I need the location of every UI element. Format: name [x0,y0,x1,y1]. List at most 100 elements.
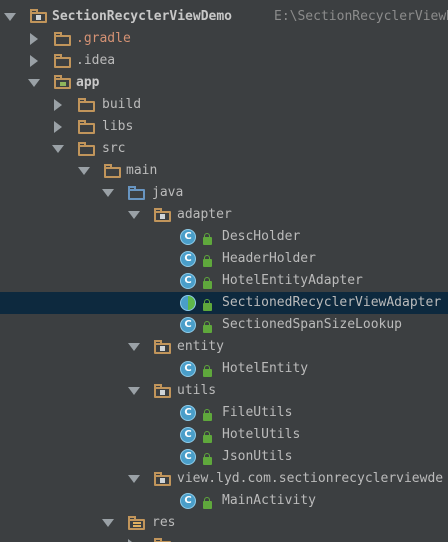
folder-icon [78,142,96,156]
folder-icon [154,538,172,542]
tree-row-res[interactable]: res [0,512,448,534]
collapse-arrow-icon[interactable] [128,475,140,483]
class-icon: C [180,361,196,377]
tree-row-class[interactable]: C JsonUtils [0,446,448,468]
tree-row-gradle[interactable]: .gradle [0,28,448,50]
package-icon [154,340,172,354]
tree-row-partial[interactable] [0,534,448,542]
class-label: DescHolder [222,229,301,244]
package-icon [154,384,172,398]
collapse-arrow-icon[interactable] [102,189,114,197]
collapse-arrow-icon[interactable] [52,145,64,153]
package-label-entity: entity [177,339,224,354]
class-label: HeaderHolder [222,251,316,266]
collapse-arrow-icon[interactable] [102,519,114,527]
lock-icon [203,497,212,509]
collapse-arrow-icon[interactable] [28,79,40,87]
project-name: SectionRecyclerViewDemo [52,9,233,24]
tree-row-class[interactable]: C SectionedSpanSizeLookup [0,314,448,336]
package-label-adapter: adapter [177,207,232,222]
project-folder-icon [30,9,48,23]
folder-label-gradle: .gradle [76,31,131,46]
resource-folder-icon [128,516,146,530]
tree-row-class[interactable]: C DescHolder [0,226,448,248]
folder-icon [54,32,72,46]
class-icon: C [180,229,196,245]
class-label: JsonUtils [222,449,293,464]
class-label: SectionedRecyclerViewAdapter [222,295,442,310]
collapse-arrow-icon[interactable] [4,13,16,21]
project-path: E:\SectionRecyclerViewDemo [274,9,448,24]
tree-row-class[interactable]: C HeaderHolder [0,248,448,270]
module-label-app: app [76,75,100,90]
class-icon: C [180,493,196,509]
collapse-arrow-icon[interactable] [78,167,90,175]
class-label: HotelEntityAdapter [222,273,363,288]
folder-label-libs: libs [102,119,134,134]
class-icon: C [180,251,196,267]
collapse-arrow-icon[interactable] [128,387,140,395]
tree-row-src[interactable]: src [0,138,448,160]
folder-icon [78,120,96,134]
class-icon: C [180,449,196,465]
folder-label-res: res [152,515,176,530]
tree-row-class[interactable]: C MainActivity [0,490,448,512]
abstract-class-icon [180,295,196,311]
expand-arrow-icon[interactable] [54,121,62,133]
tree-row-class[interactable]: C HotelEntityAdapter [0,270,448,292]
class-label: HotelEntity [222,361,309,376]
folder-label-java: java [152,185,184,200]
lock-icon [203,409,212,421]
lock-icon [203,299,212,311]
folder-label-build: build [102,97,142,112]
folder-label-main: main [126,163,158,178]
expand-arrow-icon[interactable] [30,55,38,67]
package-icon [154,208,172,222]
tree-row-class[interactable]: C HotelUtils [0,424,448,446]
tree-row-class[interactable]: C HotelEntity [0,358,448,380]
class-label: MainActivity [222,493,316,508]
folder-label-idea: .idea [76,53,116,68]
tree-row-app[interactable]: app [0,72,448,94]
tree-row-class[interactable]: C FileUtils [0,402,448,424]
lock-icon [203,453,212,465]
lock-icon [203,431,212,443]
module-folder-icon [54,75,72,89]
folder-icon [78,98,96,112]
tree-row-main[interactable]: main [0,160,448,182]
class-icon: C [180,317,196,333]
expand-arrow-icon[interactable] [54,99,62,111]
class-icon: C [180,427,196,443]
class-icon: C [180,405,196,421]
collapse-arrow-icon[interactable] [128,343,140,351]
lock-icon [203,365,212,377]
lock-icon [203,321,212,333]
tree-row-view-package[interactable]: view.lyd.com.sectionrecyclerviewde [0,468,448,490]
package-label-utils: utils [177,383,217,398]
lock-icon [203,277,212,289]
folder-icon [54,54,72,68]
class-icon: C [180,273,196,289]
source-folder-icon [128,186,146,200]
tree-row-adapter[interactable]: adapter [0,204,448,226]
tree-row-build[interactable]: build [0,94,448,116]
expand-arrow-icon[interactable] [30,33,38,45]
tree-row-class-selected[interactable]: SectionedRecyclerViewAdapter [0,292,448,314]
tree-row-entity[interactable]: entity [0,336,448,358]
tree-row-libs[interactable]: libs [0,116,448,138]
tree-row-project[interactable]: SectionRecyclerViewDemo E:\SectionRecycl… [0,6,448,28]
lock-icon [203,255,212,267]
lock-icon [203,233,212,245]
collapse-arrow-icon[interactable] [128,211,140,219]
class-label: HotelUtils [222,427,301,442]
tree-row-java[interactable]: java [0,182,448,204]
project-tree-panel: SectionRecyclerViewDemo E:\SectionRecycl… [0,0,448,542]
folder-label-src: src [102,141,126,156]
tree-row-idea[interactable]: .idea [0,50,448,72]
class-label: SectionedSpanSizeLookup [222,317,403,332]
class-label: FileUtils [222,405,293,420]
folder-icon [104,164,122,178]
tree-row-utils[interactable]: utils [0,380,448,402]
package-icon [154,472,172,486]
package-label-view: view.lyd.com.sectionrecyclerviewde [177,471,444,486]
